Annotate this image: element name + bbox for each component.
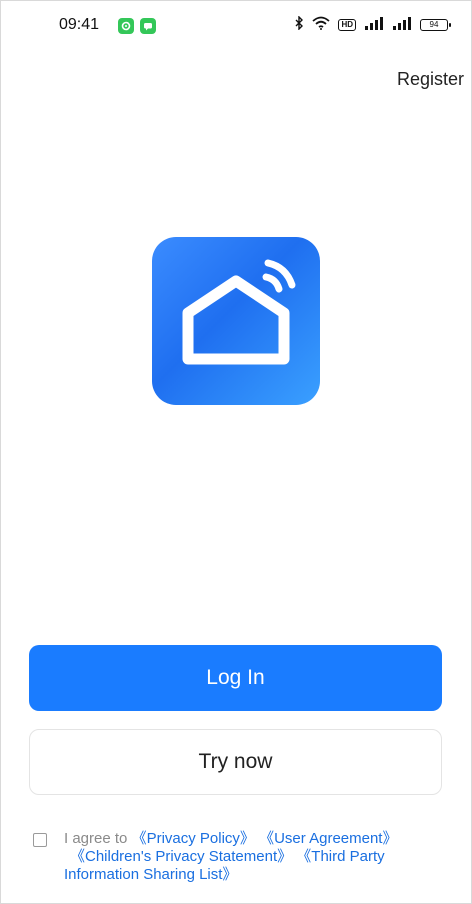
status-indicators: HD 94 — [294, 15, 451, 33]
agree-checkbox[interactable] — [33, 833, 47, 847]
message-app-icon — [140, 18, 156, 34]
login-button[interactable]: Log In — [29, 645, 442, 711]
register-link[interactable]: Register — [397, 69, 464, 90]
hd-icon: HD — [338, 18, 356, 31]
agreement-text: I agree to 《Privacy Policy》 《User Agreem… — [64, 830, 424, 884]
wifi-icon — [312, 16, 331, 33]
childrens-privacy-link[interactable]: 《Children's Privacy Statement》 — [70, 848, 292, 865]
status-time: 09:41 — [59, 16, 100, 33]
try-now-button[interactable]: Try now — [29, 729, 442, 795]
agreement-prefix: I agree to — [64, 830, 128, 847]
battery-icon: 94 — [420, 18, 451, 31]
signal-icon — [364, 16, 384, 33]
privacy-policy-link[interactable]: 《Privacy Policy》 — [132, 830, 255, 847]
bluetooth-icon — [294, 15, 304, 33]
notification-app-icon — [118, 18, 134, 34]
status-bar: 09:41 HD 94 — [0, 14, 472, 38]
smart-home-logo — [152, 237, 320, 405]
signal-icon — [392, 16, 412, 33]
user-agreement-link[interactable]: 《User Agreement》 — [259, 830, 397, 847]
